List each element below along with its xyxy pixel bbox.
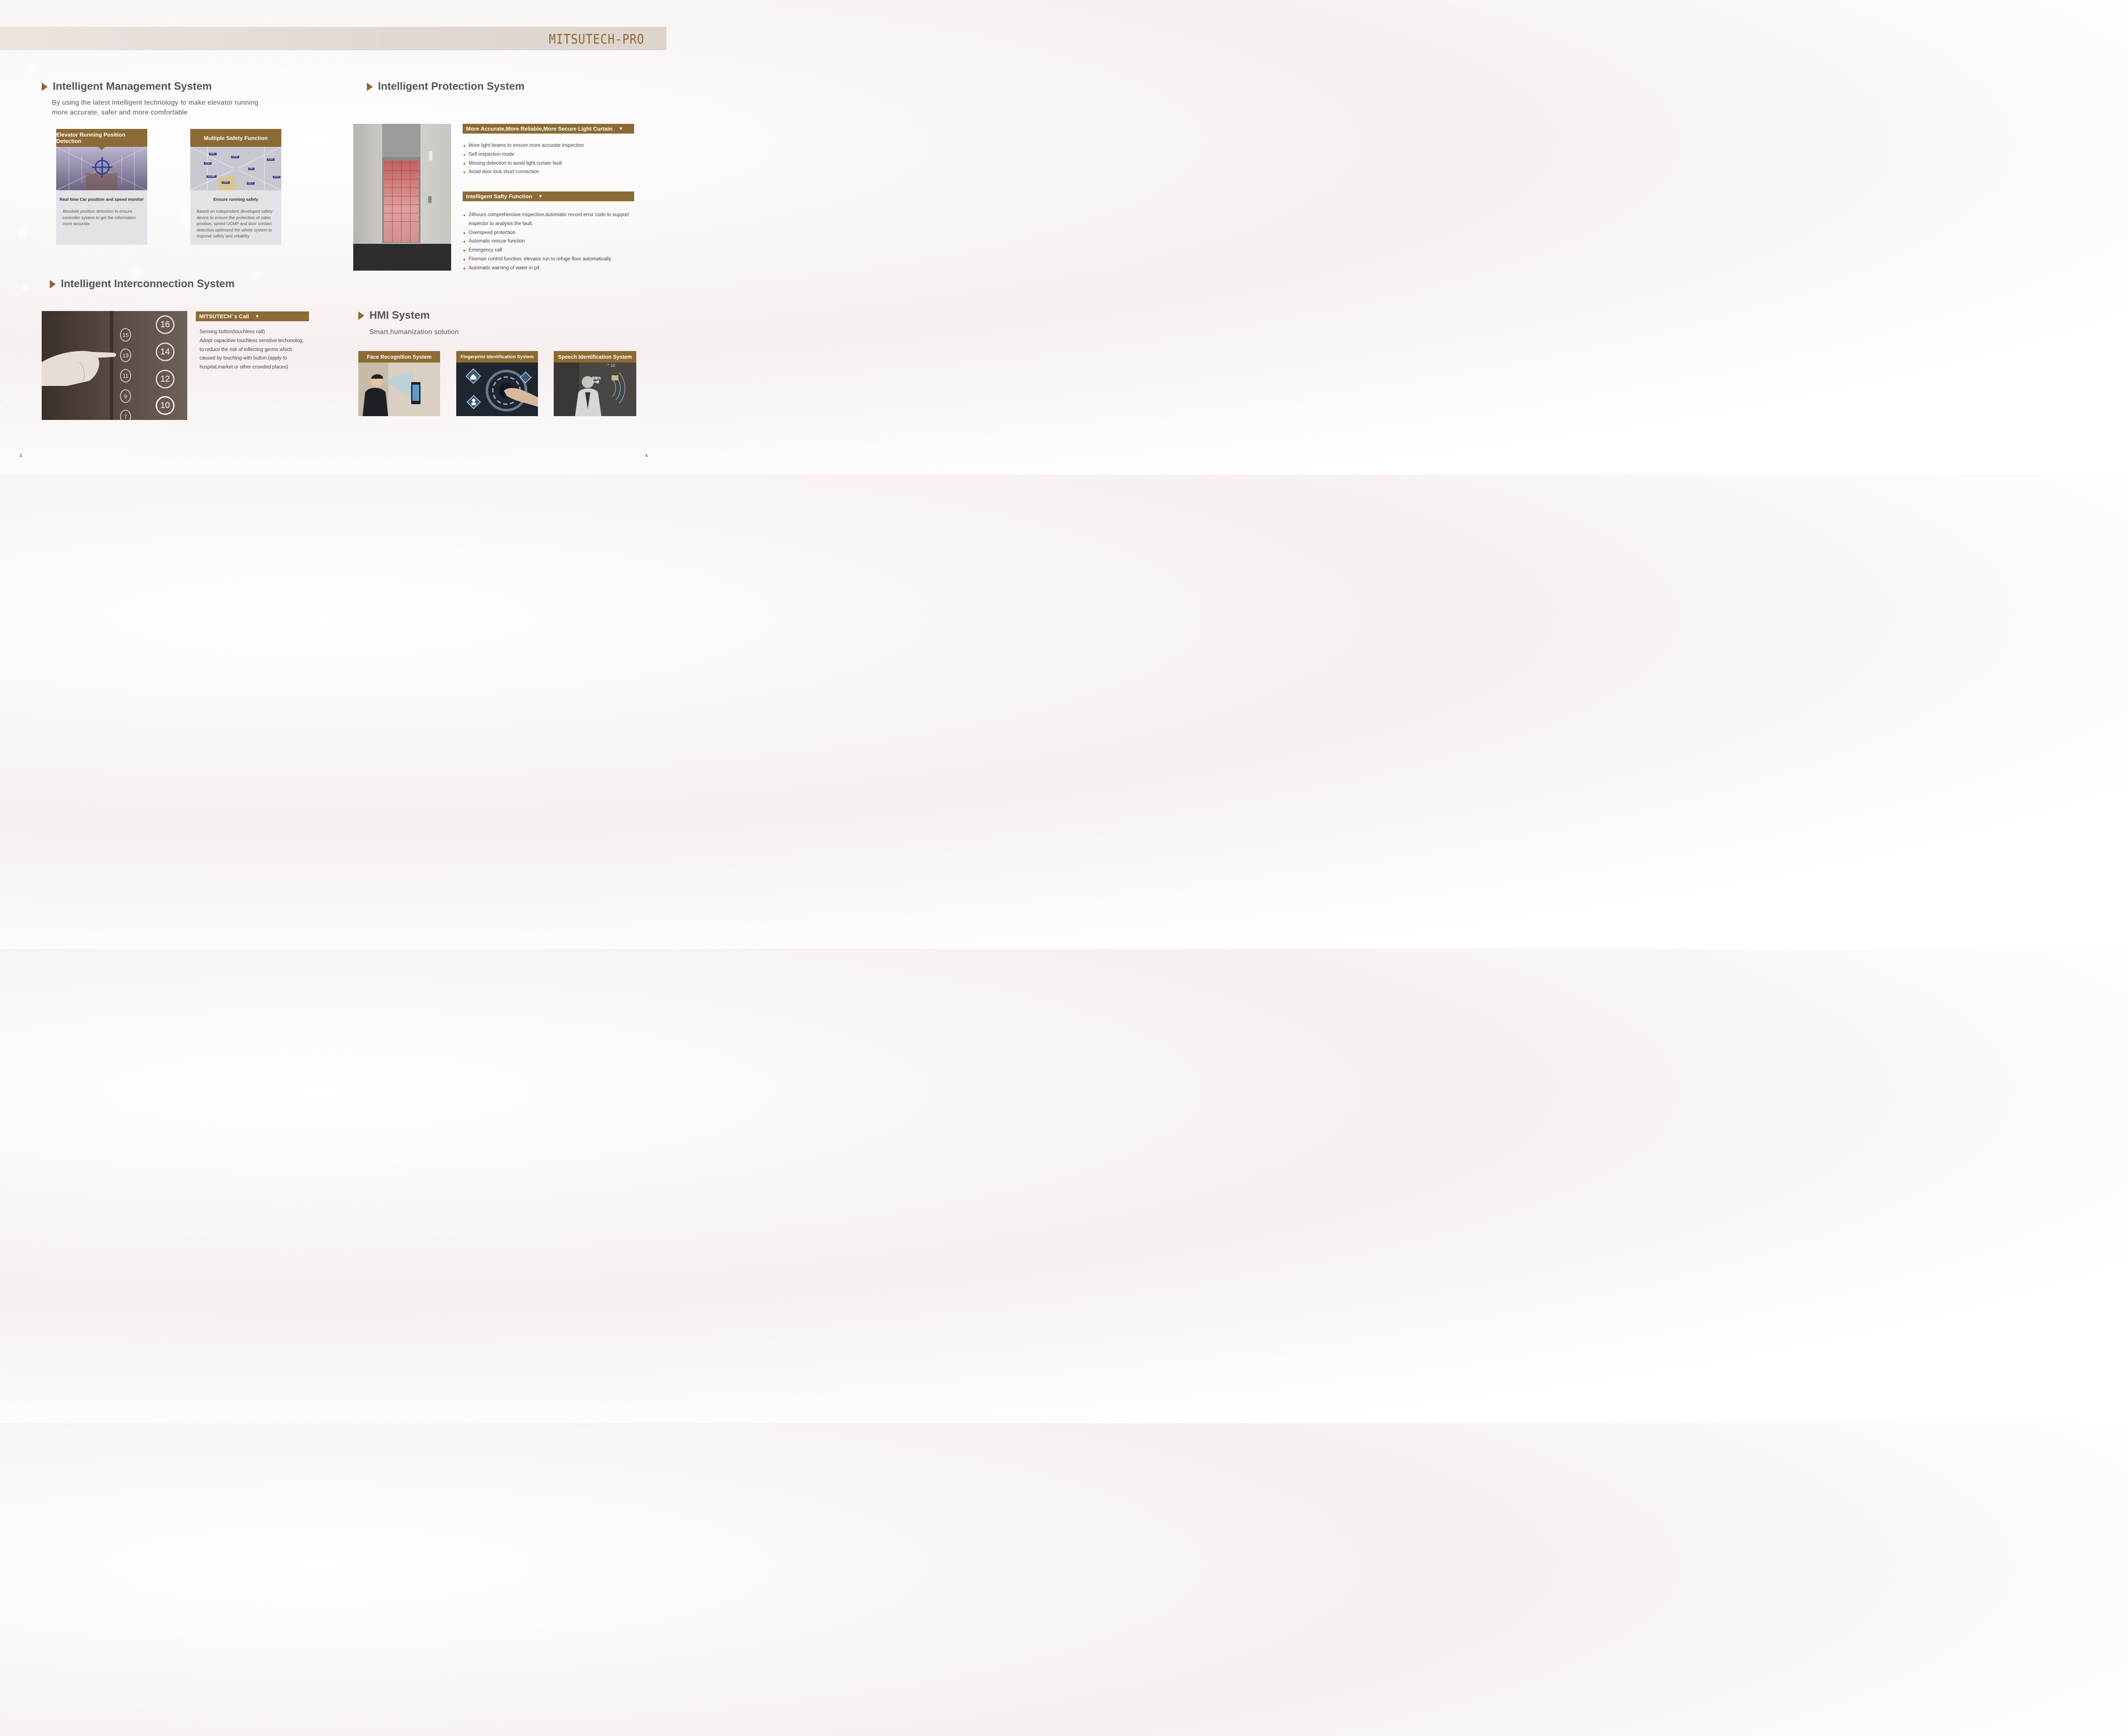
dropdown-arrow-icon: ▼ <box>255 314 260 319</box>
elevator-button-7: 7 <box>120 410 131 420</box>
card-safety-function-title: Multiple Safety Function <box>190 129 281 150</box>
card-fingerprint-title: Fingerprint Identification System <box>456 351 538 363</box>
tag-arl: ARL <box>209 153 217 155</box>
tag-psp: PSP <box>204 162 212 165</box>
elevator-button-15: 15 <box>120 328 131 342</box>
light-curtain-bar-label: More Accurate,More Reliable,More Secure … <box>466 126 613 132</box>
elevator-button-11: 11 <box>120 369 131 383</box>
light-curtain-list: More light beams to ensure more accurate… <box>463 141 633 177</box>
tag-ucmp: UCMP <box>206 175 217 178</box>
list-item: Fireman control function: elevator run t… <box>463 255 633 264</box>
list-item: Self-inspection mode <box>463 150 633 159</box>
list-item: Avoid door lock short connection <box>463 168 633 177</box>
management-subtitle-line1: By using the latest intelligent technolo… <box>52 99 259 106</box>
list-item: Automatic rescue function <box>463 237 633 246</box>
elevator-button-13: 13 <box>120 348 131 362</box>
floor-number: 10 <box>610 363 615 368</box>
page-number-left: 3 <box>20 454 22 458</box>
tag-esc: ESC <box>267 158 275 161</box>
hmi-title-text: HMI System <box>369 309 430 321</box>
card-speech: Speech Identification System 我要去 10樓 ^ 1… <box>554 351 636 416</box>
shaft-image <box>56 146 148 191</box>
mitsutech-call-bar-label: MITSUTECH’ s Call <box>199 313 249 320</box>
play-triangle-icon <box>50 280 56 288</box>
fingerprint-image <box>456 363 538 416</box>
header-band: MITSUTECH-PRO <box>0 27 666 50</box>
mitsutech-call-text: Sensing button(touchless call) Adopt cap… <box>200 328 303 372</box>
page-number-right: 4 <box>645 454 648 458</box>
tag-rsp: RSP <box>273 176 281 178</box>
floor-indicator: ^ 10 <box>607 363 615 368</box>
hmi-title: HMI System <box>358 309 430 322</box>
list-item: More light beams to ensure more accurate… <box>463 141 633 150</box>
floor-arrow-icon: ^ <box>607 363 609 368</box>
face-recognition-image <box>358 363 440 416</box>
list-item: Emergency call <box>463 246 633 255</box>
list-item: Overspeed protection <box>463 228 633 237</box>
interconnection-title: Intelligent Interconnection System <box>50 278 235 290</box>
play-triangle-icon <box>42 82 48 91</box>
list-item: Automatic warning of water in pit <box>463 264 633 273</box>
management-title: Intelligent Management System <box>42 80 212 93</box>
card-speech-title: Speech Identification System <box>554 351 636 363</box>
elevator-button-10: 10 <box>156 396 174 415</box>
speech-bubble-text: 我要去 10樓 <box>592 377 601 384</box>
safety-shaft-image: ARL DOB ESC PSP OV UCMP OSP RSP SET <box>190 147 281 190</box>
protection-title: Intelligent Protection System <box>367 80 525 93</box>
card-face-recognition-title: Face Recognition System <box>358 351 440 363</box>
card-position-detection-subtitle: Real time Car position and speed monitor <box>60 197 144 202</box>
list-item: Missing detection to avoid light curtain… <box>463 159 633 168</box>
card-safety-function-body: Based on independent developed safety de… <box>197 209 273 239</box>
safety-function-bar-label: Intelligent Safty Function <box>466 193 532 200</box>
card-safety-function: Multiple Safety Function ARL DOB ESC PSP… <box>190 129 281 245</box>
dropdown-arrow-icon: ▼ <box>538 194 543 199</box>
management-subtitle: By using the latest intelligent technolo… <box>52 98 258 117</box>
card-fingerprint: Fingerprint Identification System <box>456 351 538 416</box>
hmi-subtitle: Smart,humanization solution <box>369 328 459 336</box>
card-safety-function-subtitle: Ensure running safety <box>213 197 258 202</box>
play-triangle-icon <box>367 82 373 91</box>
tag-osp: OSP <box>222 181 230 184</box>
mitsutech-call-bar[interactable]: MITSUTECH’ s Call ▼ <box>196 311 309 321</box>
tag-ov: OV <box>248 168 255 170</box>
call-line: hospital,market or other crowded places) <box>200 365 288 370</box>
call-line: caused by touching with button.(apply to <box>200 356 287 361</box>
list-item: 24hours comprehensive inspection:automat… <box>463 211 633 228</box>
light-curtain-bar[interactable]: More Accurate,More Reliable,More Secure … <box>463 124 634 134</box>
management-title-text: Intelligent Management System <box>53 80 212 92</box>
elevator-button-12: 12 <box>156 370 174 388</box>
dropdown-arrow-icon: ▼ <box>618 126 623 131</box>
elevator-door-image <box>353 124 451 271</box>
card-face-recognition: Face Recognition System <box>358 351 440 416</box>
management-subtitle-line2: more accurate, safer and more comfortabl… <box>52 109 188 116</box>
card-position-detection-body: Absolute position detection to ensure co… <box>63 209 136 226</box>
interconnection-title-text: Intelligent Interconnection System <box>61 278 235 290</box>
safety-function-list: 24hours comprehensive inspection:automat… <box>463 211 633 273</box>
speech-image: 我要去 10樓 ^ 10 <box>554 363 636 416</box>
tag-dob: DOB <box>231 156 240 158</box>
brand-logo: MITSUTECH-PRO <box>549 31 644 47</box>
card-position-detection-title: Elevator Running Position Detection <box>56 129 147 150</box>
touchless-button-image: 16 15 14 13 12 11 10 9 7 <box>42 311 187 420</box>
safety-function-bar[interactable]: Intelligent Safty Function ▼ <box>463 191 634 201</box>
call-line: Adopt capacitive touchless senstive tech… <box>200 338 304 343</box>
elevator-button-16: 16 <box>156 315 174 334</box>
elevator-button-14: 14 <box>156 343 174 361</box>
card-position-detection: Elevator Running Position Detection Real… <box>56 129 148 245</box>
protection-title-text: Intelligent Protection System <box>378 80 525 92</box>
elevator-button-9: 9 <box>120 389 131 403</box>
call-line: Sensing button(touchless call) <box>200 329 265 334</box>
play-triangle-icon <box>358 311 364 320</box>
call-line: to reduce the risk of inflecting germs w… <box>200 347 292 352</box>
tag-set: SET <box>247 182 255 185</box>
